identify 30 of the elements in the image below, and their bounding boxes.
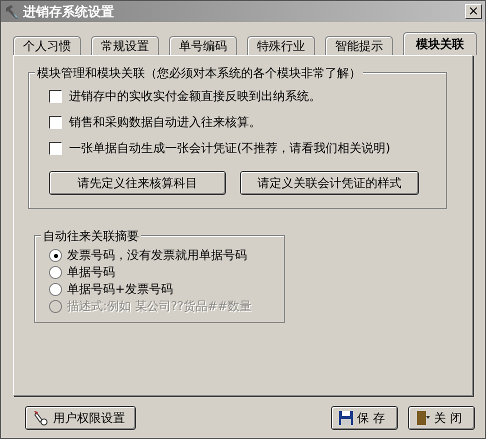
- close-button[interactable]: ×: [465, 4, 482, 19]
- radio-label: 描述式:例如 某公司??货品##数量: [67, 298, 252, 315]
- checkbox[interactable]: [49, 116, 62, 128]
- radio-label: 单据号码: [67, 264, 115, 281]
- hammer-icon: [4, 4, 20, 20]
- checkbox[interactable]: [49, 142, 62, 154]
- group-title: 模块管理和模块关联（您必须对本系统的各个模块非常了解）: [35, 65, 363, 82]
- tab[interactable]: 个人习惯: [13, 36, 81, 55]
- group-title: 自动往来关联摘要: [41, 228, 141, 245]
- tab[interactable]: 单号编码: [169, 36, 237, 55]
- define-button[interactable]: 请先定义往来核算科目: [49, 171, 226, 195]
- define-button[interactable]: 请定义关联会计凭证的样式: [240, 171, 419, 195]
- checkbox[interactable]: [49, 90, 62, 102]
- door-icon: [415, 410, 431, 426]
- permissions-button[interactable]: 用户权限设置: [25, 406, 136, 430]
- radio-label: 发票号码，没有发票就用单据号码: [67, 247, 247, 264]
- radio-label: 单据号码+发票号码: [67, 281, 174, 298]
- tab[interactable]: 常规设置: [91, 36, 159, 55]
- radio-button[interactable]: [49, 266, 62, 279]
- radio-button[interactable]: [49, 249, 62, 262]
- tab[interactable]: 特殊行业: [247, 36, 315, 55]
- checkbox-label: 一张单据自动生成一张会计凭证(不推荐，请看我们相关说明): [69, 140, 390, 156]
- tab[interactable]: 智能提示: [325, 36, 393, 55]
- checkbox-label: 销售和采购数据自动进入往来核算。: [69, 114, 261, 130]
- close-button[interactable]: 关 闭: [408, 406, 475, 430]
- tab[interactable]: 模块关联: [403, 32, 477, 55]
- radio-button[interactable]: [49, 283, 62, 296]
- window-title: 进销存系统设置: [23, 4, 115, 20]
- save-button[interactable]: 保 存: [331, 406, 398, 430]
- checkbox-label: 进销存中的实收实付金额直接反映到出纳系统。: [69, 88, 321, 104]
